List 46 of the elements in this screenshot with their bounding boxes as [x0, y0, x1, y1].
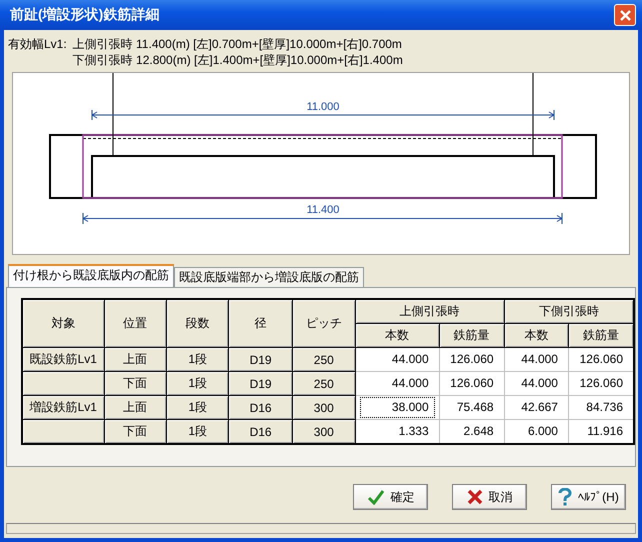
column-group-header: 上側引張時: [355, 299, 504, 324]
column-header: 本数: [355, 324, 440, 348]
dimension-label: 11.400: [306, 204, 340, 216]
row-header-cell: 上面: [104, 348, 166, 372]
row-header-cell: 250: [292, 348, 356, 372]
row-header-cell: D19: [228, 372, 292, 396]
row-header-cell: 1段: [166, 396, 229, 420]
help-button[interactable]: ﾍﾙﾌﾟ(H): [551, 484, 626, 510]
effective-width-text: 下側引張時 12.800(m) [左]1.400m+[壁厚]10.000m+[右]1.400m: [72, 52, 403, 68]
row-header-cell: 300: [292, 420, 356, 444]
row-header-cell: 1段: [166, 348, 229, 372]
column-group-header: 下側引張時: [504, 299, 634, 324]
row-header-cell: D16: [228, 396, 292, 420]
row-header-cell: 300: [292, 396, 356, 420]
column-header: 本数: [504, 324, 568, 348]
column-header: 鉄筋量: [439, 324, 504, 348]
column-header: 対象: [22, 299, 104, 348]
column-header: 径: [228, 299, 292, 348]
checkmark-icon: [366, 489, 384, 505]
tab[interactable]: 既設底版端部から増設底版の配筋: [174, 267, 364, 287]
row-header-cell: D16: [228, 420, 292, 444]
effective-width-text: 上側引張時 11.400(m) [左]0.700m+[壁厚]10.000m+[右]0.700m: [72, 36, 403, 52]
value-cell[interactable]: 38.000: [360, 397, 435, 418]
window-title: 前趾(増設形状)鉄筋詳細: [10, 6, 160, 24]
effective-width-label: 有効幅Lv1:: [8, 36, 67, 53]
column-header: 段数: [166, 299, 229, 348]
row-header-cell: 既設鉄筋Lv1: [22, 348, 104, 372]
row-header-cell: 1段: [166, 372, 229, 396]
column-header: 位置: [104, 299, 166, 348]
row-header-cell: 下面: [104, 420, 166, 444]
help-icon: [558, 488, 572, 506]
row-header-cell: 1段: [166, 420, 229, 444]
row-header-cell: D19: [228, 348, 292, 372]
dimension-label: 11.000: [306, 101, 340, 113]
row-header-cell: 増設鉄筋Lv1: [22, 396, 104, 420]
confirm-button[interactable]: 確定: [353, 484, 428, 510]
close-icon: [618, 8, 632, 22]
cancel-button[interactable]: 取消: [452, 484, 527, 510]
row-header-cell: 250: [292, 372, 356, 396]
column-header: 鉄筋量: [568, 324, 634, 348]
column-header: ピッチ: [292, 299, 356, 348]
tab[interactable]: 付け根から既設底版内の配筋: [8, 264, 174, 287]
row-header-cell: 上面: [104, 396, 166, 420]
cross-icon: [466, 489, 482, 505]
close-button[interactable]: [614, 4, 636, 26]
row-header-cell: 下面: [104, 372, 166, 396]
